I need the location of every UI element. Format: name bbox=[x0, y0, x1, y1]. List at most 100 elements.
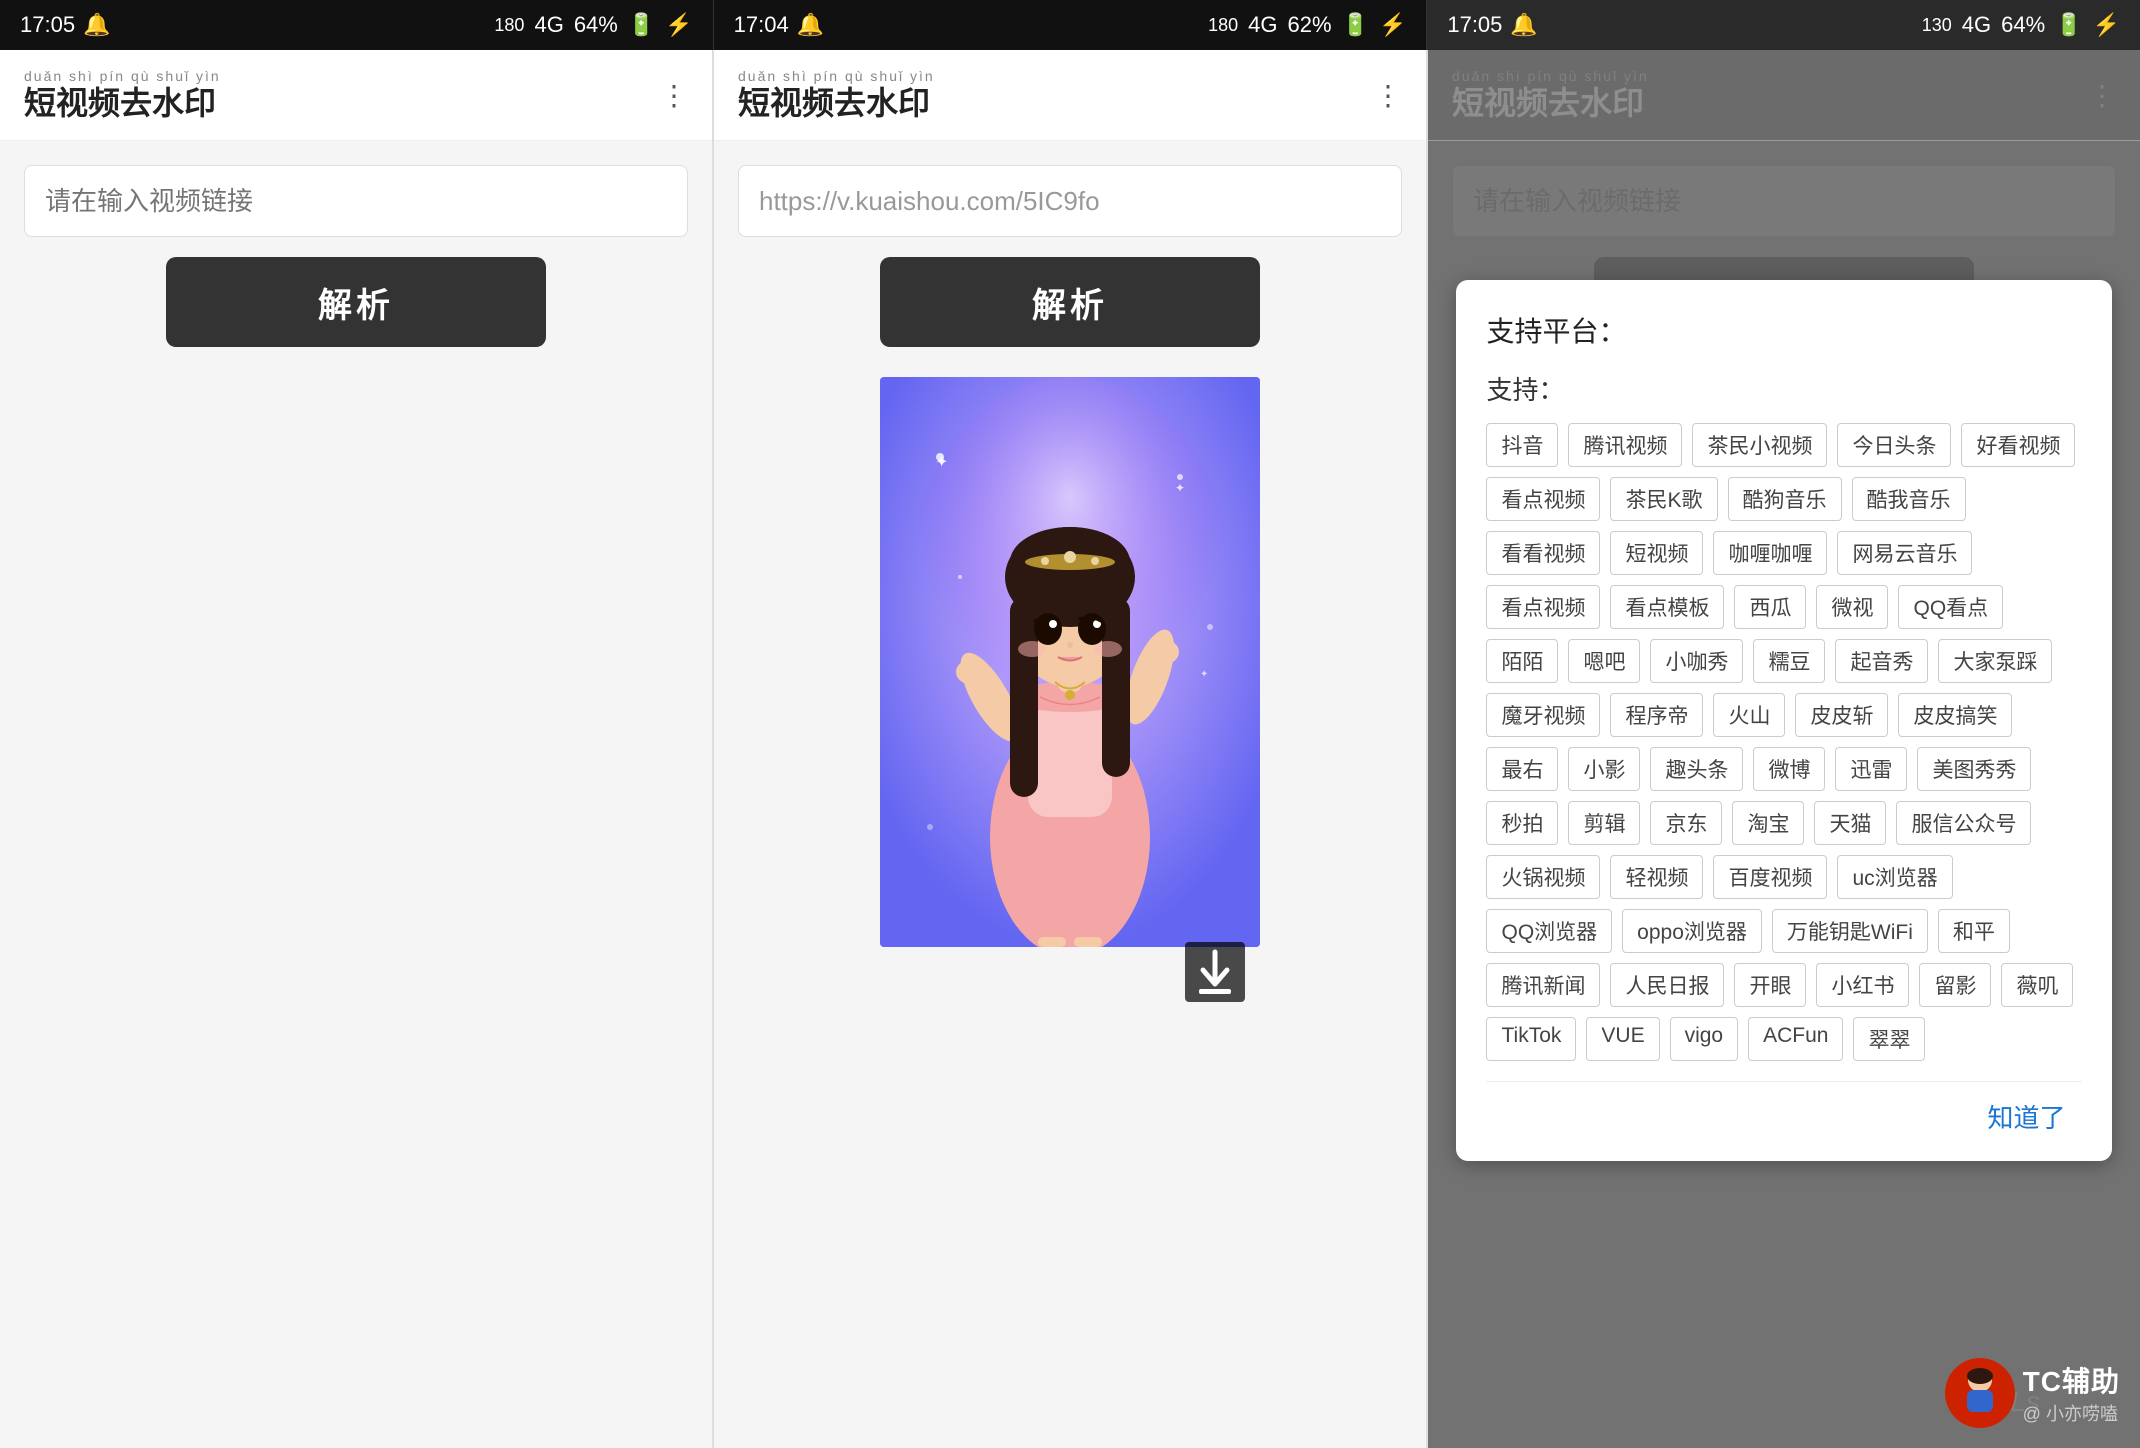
platform-tag: 好看视频 bbox=[1961, 423, 2075, 467]
download-button[interactable] bbox=[1180, 937, 1250, 1007]
watermark-label: TC辅助 @ 小亦唠嗑 bbox=[2023, 1360, 2120, 1426]
platform-tag: QQ浏览器 bbox=[1486, 909, 1612, 953]
battery-pct-3: 64% bbox=[2001, 12, 2045, 38]
platform-tag: 皮皮斩 bbox=[1795, 693, 1888, 737]
content-2: 解析 bbox=[714, 141, 1426, 1448]
platform-tag: 咖喱咖喱 bbox=[1713, 531, 1827, 575]
signal-3: 130 bbox=[1922, 15, 1952, 36]
platform-tag: 西瓜 bbox=[1734, 585, 1806, 629]
logo-svg bbox=[1945, 1358, 2015, 1428]
platform-tag: 留影 bbox=[1919, 963, 1991, 1007]
platform-tag: 天猫 bbox=[1814, 801, 1886, 845]
platform-tag: oppo浏览器 bbox=[1622, 909, 1762, 953]
video-thumbnail: ✦ ✦ ✦ bbox=[880, 377, 1260, 947]
platform-tag: 美图秀秀 bbox=[1917, 747, 2031, 791]
platform-tag: 百度视频 bbox=[1713, 855, 1827, 899]
platform-tag: 剪辑 bbox=[1568, 801, 1640, 845]
platform-tag: 短视频 bbox=[1610, 531, 1703, 575]
dialog-footer: 知道了 bbox=[1486, 1081, 2081, 1141]
svg-text:✦: ✦ bbox=[1175, 481, 1185, 495]
platform-tag: 人民日报 bbox=[1610, 963, 1724, 1007]
platform-tag: 酷狗音乐 bbox=[1728, 477, 1842, 521]
notification-icon-2: 🔔 bbox=[797, 12, 824, 38]
platform-tag: 起音秀 bbox=[1835, 639, 1928, 683]
title-pinyin-2: duǎn shì pín qù shuǐ yìn bbox=[738, 68, 935, 84]
url-input-2[interactable] bbox=[738, 165, 1402, 237]
platform-tag: 京东 bbox=[1650, 801, 1722, 845]
content-1: 解析 bbox=[0, 141, 712, 1448]
platform-tag: 趣头条 bbox=[1650, 747, 1743, 791]
menu-button-1[interactable]: ⋮ bbox=[660, 79, 688, 112]
status-left-1: 17:05 🔔 bbox=[20, 12, 110, 38]
panels-container: duǎn shì pín qù shuǐ yìn 短视频去水印 ⋮ 解析 duǎ… bbox=[0, 50, 2140, 1448]
svg-text:✦: ✦ bbox=[1200, 669, 1208, 680]
watermark: TC辅助 @ 小亦唠嗑 bbox=[1945, 1358, 2120, 1428]
panel-1: duǎn shì pín qù shuǐ yìn 短视频去水印 ⋮ 解析 bbox=[0, 50, 714, 1448]
platform-tag: 皮皮搞笑 bbox=[1898, 693, 2012, 737]
network-2: 4G bbox=[1248, 12, 1277, 38]
platform-tag: 看点视频 bbox=[1486, 585, 1600, 629]
platform-tag: 大家泵踩 bbox=[1938, 639, 2052, 683]
status-right-3: 130 4G 64% 🔋 ⚡ bbox=[1922, 12, 2120, 38]
battery-pct-2: 62% bbox=[1287, 12, 1331, 38]
platform-tag: 翠翠 bbox=[1853, 1017, 1925, 1061]
platform-tag: 腾讯视频 bbox=[1568, 423, 1682, 467]
panel-2: duǎn shì pín qù shuǐ yìn 短视频去水印 ⋮ 解析 bbox=[714, 50, 1428, 1448]
platform-tag: 微博 bbox=[1753, 747, 1825, 791]
platform-tag: 嗯吧 bbox=[1568, 639, 1640, 683]
platform-tag: 茶民小视频 bbox=[1692, 423, 1827, 467]
platform-tag: 陌陌 bbox=[1486, 639, 1558, 683]
platforms-label: 支持： bbox=[1486, 370, 2081, 407]
video-thumbnail-wrapper: ✦ ✦ ✦ bbox=[880, 377, 1260, 947]
platform-tag: 万能钥匙WiFi bbox=[1772, 909, 1928, 953]
platform-tag: 开眼 bbox=[1734, 963, 1806, 1007]
panel-3: duǎn shì pín qù shuǐ yìn 短视频去水印 ⋮ 解析 支持平… bbox=[1428, 50, 2140, 1448]
platform-tag: 服信公众号 bbox=[1896, 801, 2031, 845]
titlebar-1: duǎn shì pín qù shuǐ yìn 短视频去水印 ⋮ bbox=[0, 50, 712, 141]
bolt-icon-2: ⚡ bbox=[1379, 12, 1406, 38]
status-right-1: 180 4G 64% 🔋 ⚡ bbox=[494, 12, 692, 38]
platform-tag: 淘宝 bbox=[1732, 801, 1804, 845]
app-title-1: duǎn shì pín qù shuǐ yìn 短视频去水印 bbox=[24, 68, 221, 122]
battery-icon-3: 🔋 bbox=[2055, 12, 2082, 38]
url-input-1[interactable] bbox=[24, 165, 688, 237]
watermark-tc: TC辅助 bbox=[2023, 1360, 2120, 1400]
platform-tag: QQ看点 bbox=[1898, 585, 2003, 629]
platform-tag: VUE bbox=[1586, 1017, 1659, 1061]
title-text-2: 短视频去水印 bbox=[738, 84, 935, 122]
bolt-icon-1: ⚡ bbox=[665, 12, 692, 38]
dialog-ok-button[interactable]: 知道了 bbox=[1972, 1092, 2082, 1141]
notification-icon-1: 🔔 bbox=[83, 12, 110, 38]
platform-tag: 火山 bbox=[1713, 693, 1785, 737]
status-left-3: 17:05 🔔 bbox=[1447, 12, 1537, 38]
bolt-icon-3: ⚡ bbox=[2093, 12, 2120, 38]
parse-button-2[interactable]: 解析 bbox=[880, 257, 1260, 347]
platform-tag: 小影 bbox=[1568, 747, 1640, 791]
platform-tag: 小咖秀 bbox=[1650, 639, 1743, 683]
platform-tag: 迅雷 bbox=[1835, 747, 1907, 791]
battery-pct-1: 64% bbox=[574, 12, 618, 38]
platform-tag: 薇叽 bbox=[2001, 963, 2073, 1007]
signal-2: 180 bbox=[1208, 15, 1238, 36]
platform-tag: 轻视频 bbox=[1610, 855, 1703, 899]
platform-tags: 抖音腾讯视频茶民小视频今日头条好看视频看点视频茶民K歌酷狗音乐酷我音乐看看视频短… bbox=[1486, 423, 2081, 1061]
panel-overlay[interactable]: 支持平台： 支持： 抖音腾讯视频茶民小视频今日头条好看视频看点视频茶民K歌酷狗音… bbox=[1428, 50, 2140, 1448]
status-right-2: 180 4G 62% 🔋 ⚡ bbox=[1208, 12, 1406, 38]
signal-1: 180 bbox=[494, 15, 524, 36]
battery-icon-2: 🔋 bbox=[1342, 12, 1369, 38]
platform-tag: 抖音 bbox=[1486, 423, 1558, 467]
svg-text:✦: ✦ bbox=[935, 454, 948, 471]
network-3: 4G bbox=[1962, 12, 1991, 38]
platform-tag: vigo bbox=[1670, 1017, 1739, 1061]
platform-tag: 今日头条 bbox=[1837, 423, 1951, 467]
menu-button-2[interactable]: ⋮ bbox=[1374, 79, 1402, 112]
parse-button-1[interactable]: 解析 bbox=[166, 257, 546, 347]
title-pinyin-1: duǎn shì pín qù shuǐ yìn bbox=[24, 68, 221, 84]
status-section-2: 17:04 🔔 180 4G 62% 🔋 ⚡ bbox=[714, 0, 1428, 50]
time-1: 17:05 bbox=[20, 12, 75, 38]
video-result: ✦ ✦ ✦ bbox=[738, 367, 1402, 1424]
titlebar-2: duǎn shì pín qù shuǐ yìn 短视频去水印 ⋮ bbox=[714, 50, 1426, 141]
status-section-1: 17:05 🔔 180 4G 64% 🔋 ⚡ bbox=[0, 0, 714, 50]
platform-tag: 茶民K歌 bbox=[1610, 477, 1717, 521]
video-content-svg: ✦ ✦ ✦ bbox=[880, 377, 1260, 947]
